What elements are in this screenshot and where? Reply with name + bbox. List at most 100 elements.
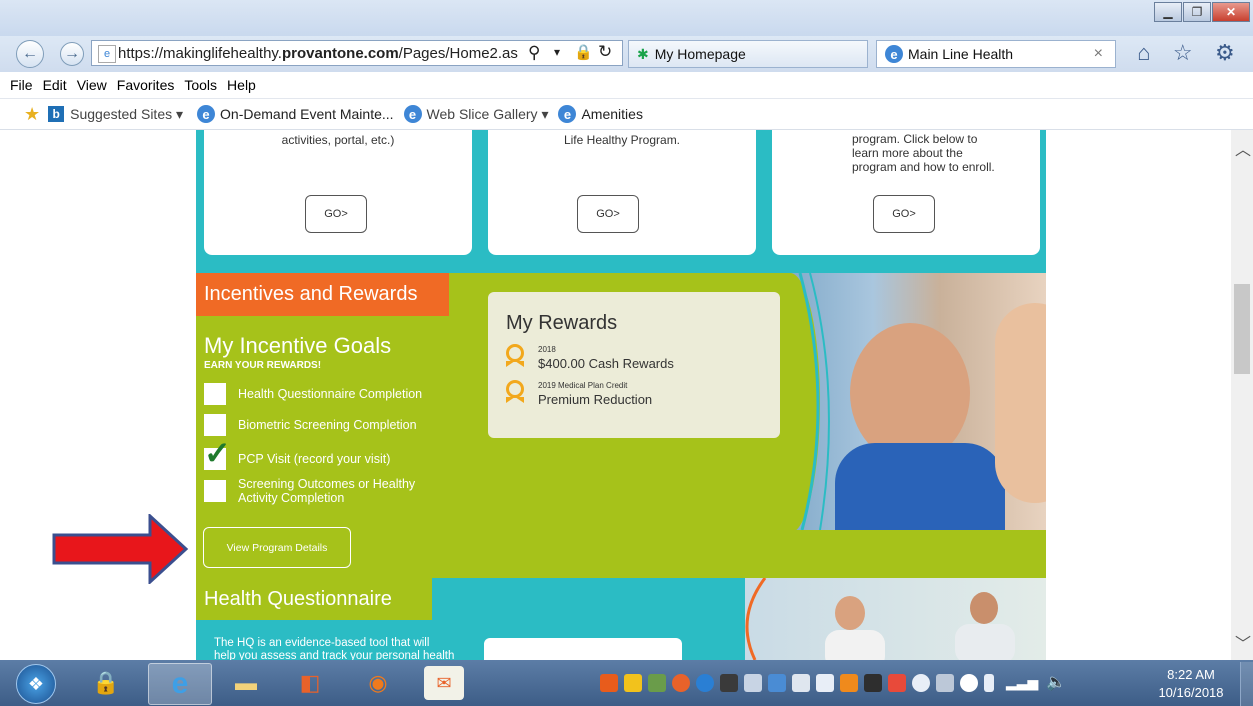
goal-checkbox[interactable] — [204, 480, 226, 502]
scroll-up-icon[interactable]: ︿ — [1235, 136, 1251, 160]
vertical-scrollbar[interactable]: ︿ ﹀ — [1231, 130, 1253, 660]
woman-face — [995, 303, 1046, 503]
fav-web-slice-gallery[interactable]: Web Slice Gallery ▾ — [427, 106, 549, 123]
goal-item: Biometric Screening Completion — [204, 414, 417, 436]
go-button[interactable]: GO> — [305, 195, 367, 233]
hq-text-line: The HQ is an evidence-based tool that wi… — [214, 637, 430, 649]
tray-icon[interactable] — [960, 674, 978, 692]
award-ribbon-icon — [506, 344, 528, 372]
vpn-lock-icon[interactable]: 🔒 — [88, 666, 124, 700]
goal-label: Biometric Screening Completion — [238, 418, 417, 432]
goal-item: Screening Outcomes or Healthy Activity Co… — [204, 477, 415, 505]
tray-icon[interactable] — [840, 674, 858, 692]
card-3: program. Click below to learn more about… — [772, 130, 1040, 255]
menu-edit[interactable]: Edit — [43, 77, 67, 93]
tray-icon[interactable] — [888, 674, 906, 692]
rewards-box: My Rewards 2018 $400.00 Cash Rewards 201… — [488, 292, 780, 438]
rewards-title: My Rewards — [506, 312, 618, 334]
clock[interactable]: 8:22 AM 10/16/2018 — [1146, 666, 1236, 702]
menu-file[interactable]: File — [10, 77, 33, 93]
tray-icon[interactable] — [672, 674, 690, 692]
volume-icon[interactable]: 🔈 — [1046, 672, 1066, 692]
scroll-thumb[interactable] — [1234, 284, 1250, 374]
firefox-icon[interactable]: ◉ — [360, 666, 396, 700]
hq-card — [484, 638, 682, 660]
fav-on-demand-event[interactable]: On-Demand Event Mainte... — [220, 106, 394, 122]
tray-icon[interactable] — [864, 674, 882, 692]
tray-icon[interactable] — [768, 674, 786, 692]
tray-icon[interactable] — [936, 674, 954, 692]
office-icon[interactable]: ◧ — [292, 666, 328, 700]
tray-icon[interactable] — [696, 674, 714, 692]
close-button[interactable]: ✕ — [1212, 2, 1250, 22]
show-desktop-button[interactable] — [1240, 662, 1253, 706]
url-path: /Pages/Home2.aspx — [398, 44, 518, 62]
menu-favorites[interactable]: Favorites — [117, 77, 175, 93]
reward-year: 2018 — [538, 345, 556, 354]
card-text-line: program. Click below to — [852, 132, 978, 146]
goal-checkbox[interactable] — [204, 414, 226, 436]
goal-label: PCP Visit (record your visit) — [238, 452, 391, 466]
forward-button[interactable]: → — [60, 42, 84, 66]
tray-icon[interactable] — [720, 674, 738, 692]
home-icon[interactable]: ⌂ — [1137, 40, 1150, 66]
back-button[interactable]: ← — [16, 40, 44, 68]
tray-icon[interactable] — [816, 674, 834, 692]
goal-item: ✓ PCP Visit (record your visit) — [204, 435, 391, 471]
tab-main-line-health[interactable]: e Main Line Health × — [876, 40, 1116, 68]
maximize-button[interactable]: ❐ — [1183, 2, 1211, 22]
gear-icon[interactable]: ⚙ — [1215, 40, 1235, 66]
outlook-icon[interactable]: ✉ — [424, 666, 464, 700]
url-text: https://makinglifehealthy.provantone.com… — [118, 45, 518, 62]
menu-bar: File Edit View Favorites Tools Help — [0, 72, 1253, 99]
menu-help[interactable]: Help — [227, 77, 256, 93]
card-text: activities, portal, etc.) — [281, 133, 395, 147]
hq-text: The HQ is an evidence-based tool that wi… — [214, 637, 454, 660]
blue-jacket — [835, 443, 1005, 530]
go-button[interactable]: GO> — [873, 195, 935, 233]
man-face — [850, 323, 970, 463]
tab-close-icon[interactable]: × — [1094, 45, 1103, 63]
view-program-details-button[interactable]: View Program Details — [203, 527, 351, 568]
goal-checkbox-checked[interactable]: ✓ — [204, 435, 231, 471]
menu-view[interactable]: View — [77, 77, 107, 93]
file-explorer-icon[interactable]: ▬ — [228, 666, 264, 700]
minimize-button[interactable]: ▁ — [1154, 2, 1182, 22]
start-button[interactable]: ❖ — [16, 664, 56, 704]
tab-my-homepage[interactable]: ✱ My Homepage — [628, 40, 868, 68]
goal-label: Screening Outcomes or Healthy Activity Co… — [238, 477, 415, 505]
lock-icon[interactable]: 🔒 — [574, 43, 593, 61]
taskbar-ie[interactable]: e — [148, 663, 212, 705]
refresh-icon[interactable]: ↻ — [598, 42, 612, 62]
fav-suggested-sites[interactable]: Suggested Sites ▾ — [70, 106, 183, 123]
clock-date: 10/16/2018 — [1158, 685, 1224, 700]
window-titlebar — [0, 0, 1253, 36]
search-icon[interactable]: ⚲ — [528, 43, 540, 63]
goal-checkbox[interactable] — [204, 383, 226, 405]
tray-icon[interactable] — [624, 674, 642, 692]
goal-label: Health Questionnaire Completion — [238, 387, 423, 401]
ie-icon: e — [403, 105, 422, 123]
battery-icon[interactable] — [984, 674, 994, 692]
ie-icon: e — [171, 667, 189, 700]
windows-logo-icon: ❖ — [27, 673, 45, 694]
tray-icon[interactable] — [648, 674, 666, 692]
scroll-down-icon[interactable]: ﹀ — [1235, 630, 1251, 654]
menu-tools[interactable]: Tools — [184, 77, 217, 93]
tray-icon[interactable] — [744, 674, 762, 692]
tray-icon[interactable] — [792, 674, 810, 692]
go-button[interactable]: GO> — [577, 195, 639, 233]
favorites-star-icon[interactable]: ☆ — [1173, 40, 1193, 66]
address-bar[interactable]: e https://makinglifehealthy.provantone.c… — [91, 40, 623, 66]
tray-icon[interactable] — [600, 674, 618, 692]
favorites-star-add-icon[interactable]: ★ — [24, 104, 40, 125]
signal-icon[interactable]: ▂▃▅ — [1006, 674, 1038, 691]
teal-swoosh — [798, 273, 830, 530]
tab-label: My Homepage — [654, 46, 746, 62]
tab-label: Main Line Health — [908, 46, 1014, 62]
bluetooth-icon[interactable] — [912, 674, 930, 692]
fav-amenities[interactable]: Amenities — [581, 106, 642, 122]
dropdown-icon[interactable]: ▾ — [554, 45, 560, 59]
card-text-line: learn more about the — [852, 146, 963, 160]
goal-item: Health Questionnaire Completion — [204, 383, 422, 405]
